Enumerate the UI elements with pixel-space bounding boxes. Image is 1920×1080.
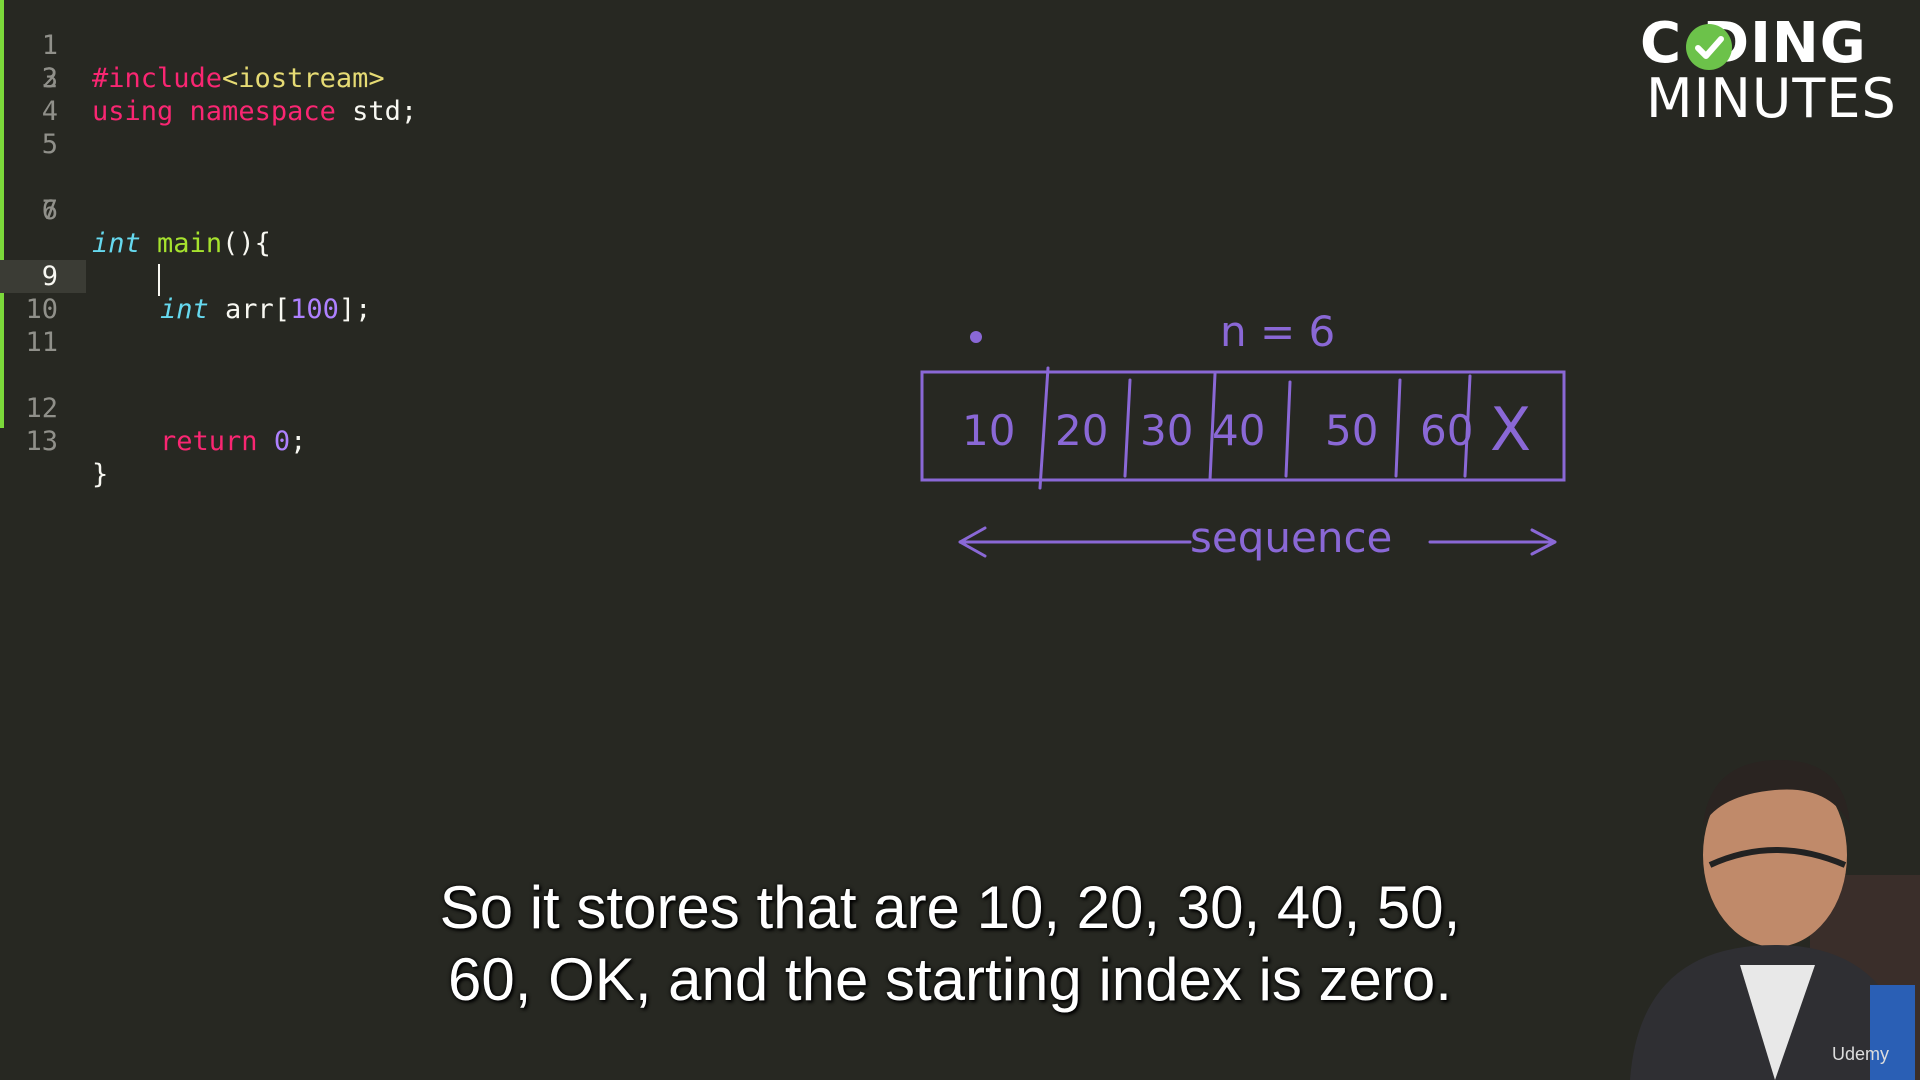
divider	[1038, 366, 1050, 490]
subtitle-line-1: So it stores that are 10, 20, 30, 40, 50…	[439, 874, 1461, 941]
code-line-5[interactable]: 5	[0, 128, 900, 161]
code-line-7[interactable]: 7	[0, 194, 900, 227]
token: ;	[290, 426, 307, 457]
code-line-1[interactable]: 1 #include<iostream>	[0, 0, 900, 94]
token: }	[92, 459, 109, 490]
array-cell-4: 50	[1325, 406, 1378, 455]
n-label: n = 6	[1220, 307, 1335, 356]
array-cell-0: 10	[962, 406, 1015, 455]
array-cell-3: 40	[1212, 406, 1265, 455]
logo-top-text: C DING	[1640, 11, 1867, 76]
sequence-label: sequence	[1190, 513, 1392, 562]
divider	[1123, 378, 1132, 478]
array-cell-5: 60	[1420, 406, 1473, 455]
divider	[1394, 378, 1402, 478]
code-line-3[interactable]: 3	[0, 62, 900, 95]
code-line-4[interactable]: 4	[0, 95, 900, 128]
code-line-6[interactable]: 6 int main(){	[0, 161, 900, 259]
line-number: 3	[41, 63, 58, 94]
right-arrow	[1428, 528, 1557, 556]
line-number: 7	[41, 195, 58, 226]
coding-minutes-logo: C DING MINUTES	[1640, 11, 1910, 128]
array-drawing: n = 6 10 20 30 40 50 60 X sequence	[920, 307, 1566, 562]
code-line-12[interactable]: 12 return 0;	[0, 359, 900, 457]
line-number: 11	[25, 327, 58, 358]
code-line-8[interactable]: 8 int arr[100];	[0, 227, 900, 325]
pointer-dot	[970, 331, 982, 343]
array-cell-x: X	[1490, 395, 1531, 465]
code-line-10[interactable]: 10	[0, 293, 900, 326]
logo-bottom-text: MINUTES	[1646, 67, 1897, 130]
token: return	[160, 426, 258, 457]
line-number: 10	[25, 294, 58, 325]
code-line-11[interactable]: 11	[0, 326, 900, 359]
subtitle-line-2: 60, OK, and the starting index is zero.	[448, 946, 1452, 1013]
line-number: 5	[41, 129, 58, 160]
line-number: 4	[41, 96, 58, 127]
check-icon	[1686, 24, 1732, 70]
udemy-watermark: Udemy	[1832, 1044, 1890, 1064]
divider	[1284, 380, 1292, 478]
code-line-9[interactable]: 9	[0, 260, 86, 293]
array-cell-2: 30	[1140, 406, 1193, 455]
token: 0	[273, 426, 291, 457]
line-number: 13	[25, 426, 58, 457]
line-number: 9	[41, 261, 58, 292]
code-line-2[interactable]: 2 using namespace std;	[0, 29, 900, 127]
text-cursor	[158, 264, 160, 296]
code-line-13[interactable]: 13 }	[0, 392, 900, 490]
array-cell-1: 20	[1055, 406, 1108, 455]
left-arrow	[958, 526, 1192, 558]
subtitles: So it stores that are 10, 20, 30, 40, 50…	[0, 872, 1900, 1016]
